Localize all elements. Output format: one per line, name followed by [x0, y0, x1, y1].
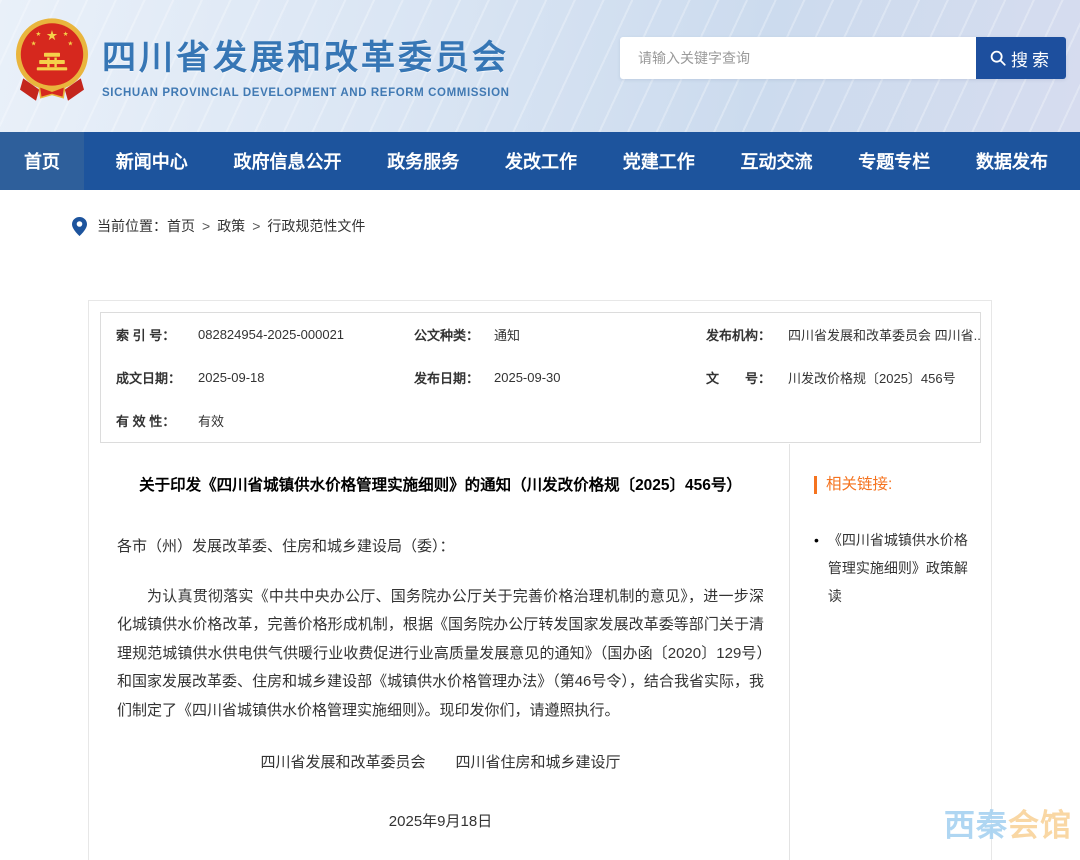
search-button-label: 搜索 — [1011, 46, 1053, 71]
document-panel: 索 引 号： 082824954-2025-000021 公文种类： 通知 发布… — [88, 300, 992, 860]
related-link-item[interactable]: • 《四川省城镇供水价格管理实施细则》政策解读 — [814, 526, 973, 610]
site-header: ★ ★ ★ ★ ★ 四川省发展和改革委员会 SICHUAN PROVINCIAL… — [0, 0, 1080, 132]
content-row: 关于印发《四川省城镇供水价格管理实施细则》的通知（川发改价格规〔2025〕456… — [89, 444, 991, 860]
document-meta-table: 索 引 号： 082824954-2025-000021 公文种类： 通知 发布… — [100, 312, 981, 443]
document-date: 2025年9月18日 — [117, 810, 764, 831]
site-title: 四川省发展和改革委员会 — [102, 30, 510, 79]
nav-item-home[interactable]: 首页 — [0, 132, 84, 190]
location-pin-icon — [72, 217, 87, 236]
breadcrumb-policy[interactable]: 政策 — [217, 216, 245, 236]
related-link-text: 《四川省城镇供水价格管理实施细则》政策解读 — [828, 526, 973, 610]
svg-text:★: ★ — [63, 31, 69, 38]
meta-value-publish-date: 2025-09-30 — [494, 370, 706, 385]
document-salutation: 各市（州）发展改革委、住房和城乡建设局（委）： — [117, 535, 764, 556]
meta-label-validity: 有 效 性： — [116, 411, 198, 430]
nav-item-services[interactable]: 政务服务 — [373, 132, 473, 190]
svg-text:★: ★ — [31, 41, 37, 48]
meta-label-issuer: 发布机构： — [706, 325, 788, 344]
meta-label-doc-type: 公文种类： — [414, 325, 494, 344]
meta-value-issuer: 四川省发展和改革委员会 四川省... — [788, 325, 980, 344]
search-button[interactable]: 搜索 — [976, 37, 1066, 79]
meta-label-index-no: 索 引 号： — [116, 325, 198, 344]
article-column: 关于印发《四川省城镇供水价格管理实施细则》的通知（川发改价格规〔2025〕456… — [89, 444, 789, 860]
meta-value-written-date: 2025-09-18 — [198, 370, 414, 385]
svg-text:★: ★ — [46, 28, 58, 43]
meta-value-doc-number: 川发改价格规〔2025〕456号 — [788, 368, 980, 387]
nav-item-special-topics[interactable]: 专题专栏 — [844, 132, 944, 190]
breadcrumb-separator: > — [252, 218, 260, 234]
breadcrumb-home[interactable]: 首页 — [167, 216, 195, 236]
related-links-title: 相关链接: — [814, 476, 973, 494]
document-signature: 四川省发展和改革委员会 四川省住房和城乡建设厅 — [117, 751, 764, 772]
nav-item-interaction[interactable]: 互动交流 — [727, 132, 827, 190]
nav-item-ndrc-work[interactable]: 发改工作 — [491, 132, 591, 190]
watermark-part2: 会馆 — [1008, 808, 1072, 843]
related-links-sidebar: 相关链接: • 《四川省城镇供水价格管理实施细则》政策解读 — [789, 444, 991, 860]
site-subtitle: SICHUAN PROVINCIAL DEVELOPMENT AND REFOR… — [102, 87, 510, 99]
nav-item-party-work[interactable]: 党建工作 — [609, 132, 709, 190]
search-box: 搜索 — [620, 37, 1066, 79]
document-title: 关于印发《四川省城镇供水价格管理实施细则》的通知（川发改价格规〔2025〕456… — [117, 474, 764, 499]
meta-label-written-date: 成文日期： — [116, 368, 198, 387]
breadcrumb-prefix: 当前位置： — [97, 216, 167, 236]
breadcrumb-separator: > — [202, 218, 210, 234]
meta-value-index-no: 082824954-2025-000021 — [198, 327, 414, 342]
site-title-block: 四川省发展和改革委员会 SICHUAN PROVINCIAL DEVELOPME… — [102, 30, 510, 99]
national-emblem-logo: ★ ★ ★ ★ ★ — [12, 16, 92, 104]
breadcrumb: 当前位置： 首页 > 政策 > 行政规范性文件 — [72, 216, 365, 236]
nav-item-data-release[interactable]: 数据发布 — [962, 132, 1062, 190]
meta-value-validity: 有效 — [198, 411, 414, 430]
meta-label-publish-date: 发布日期： — [414, 368, 494, 387]
breadcrumb-regulatory-docs[interactable]: 行政规范性文件 — [267, 216, 365, 236]
search-icon — [989, 49, 1007, 67]
nav-item-news[interactable]: 新闻中心 — [102, 132, 202, 190]
meta-label-doc-number: 文 号： — [706, 368, 788, 387]
nav-item-gov-info[interactable]: 政府信息公开 — [220, 132, 356, 190]
svg-text:★: ★ — [36, 31, 42, 38]
main-nav: 首页 新闻中心 政府信息公开 政务服务 发改工作 党建工作 互动交流 专题专栏 … — [0, 132, 1080, 190]
meta-value-doc-type: 通知 — [494, 325, 706, 344]
related-links-list: • 《四川省城镇供水价格管理实施细则》政策解读 — [814, 526, 973, 610]
svg-text:★: ★ — [68, 41, 74, 48]
search-input[interactable] — [620, 37, 976, 79]
document-body: 为认真贯彻落实《中共中央办公厅、国务院办公厅关于完善价格治理机制的意见》，进一步… — [117, 583, 764, 726]
bullet-icon: • — [814, 526, 819, 610]
